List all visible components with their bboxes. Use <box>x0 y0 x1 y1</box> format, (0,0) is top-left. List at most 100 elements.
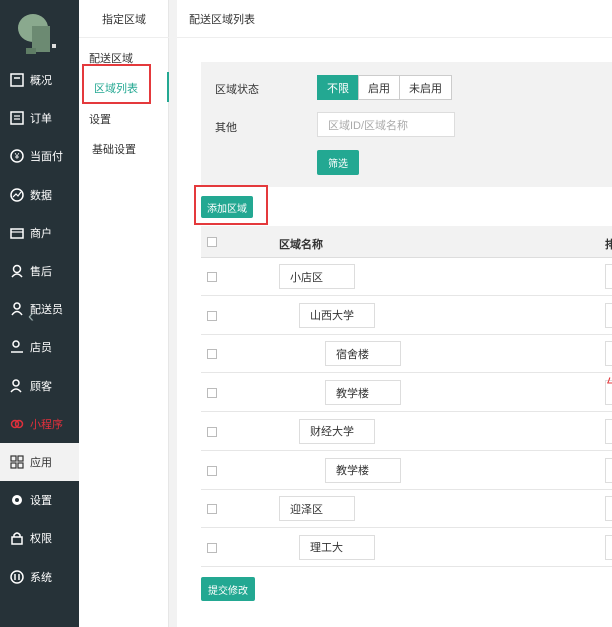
sub-nav-item-area-list[interactable]: 区域列表 <box>82 64 151 104</box>
sidebar-item-label: 商户 <box>30 227 52 240</box>
sub-nav-item-basic-settings[interactable]: 基础设置 <box>92 141 136 157</box>
row-checkbox[interactable] <box>207 349 217 360</box>
area-name-input[interactable]: 小店区 <box>279 264 355 289</box>
sidebar-item-label: 概况 <box>30 75 52 87</box>
sidebar-item-label: 配送员 <box>30 304 63 317</box>
table-row: 财经大学 <box>201 413 612 451</box>
row-checkbox[interactable] <box>207 272 217 282</box>
sidebar-item-label: 设置 <box>30 495 52 508</box>
sort-input[interactable] <box>605 457 612 483</box>
sidebar-item-label: 店员 <box>30 342 52 355</box>
sidebar-item-label: 订单 <box>30 113 52 126</box>
mini-program-icon <box>10 417 24 431</box>
submit-changes-button[interactable]: 提交修改 <box>201 577 255 601</box>
row-checkbox[interactable] <box>207 426 217 437</box>
area-name-input[interactable]: 财经大学 <box>299 418 375 444</box>
sidebar-item-label: 当面付 <box>30 151 63 164</box>
sidebar-item-9[interactable]: 小程序 <box>0 405 79 443</box>
table-row: 山西大学 <box>201 297 612 335</box>
sidebar-item-12[interactable]: 权限 <box>0 519 79 557</box>
sidebar-item-label: 应用 <box>30 457 52 469</box>
sidebar-item-label: 系统 <box>30 571 52 584</box>
filter-button[interactable]: 筛选 <box>317 150 359 175</box>
sidebar-item-4[interactable]: 商户 <box>0 214 79 252</box>
sort-input[interactable] <box>605 264 612 289</box>
status-filter-label: 区域状态 <box>215 84 259 96</box>
area-name-input[interactable]: 迎泽区 <box>279 496 355 522</box>
system-icon <box>10 569 24 584</box>
row-checkbox[interactable] <box>207 504 217 515</box>
main-content: 配送区域列表 区域状态 不限 启用 未启用 其他 区域ID/区域名称 筛选 添加… <box>177 0 612 627</box>
sidebar-item-label: 售后 <box>30 266 52 278</box>
sort-input[interactable] <box>605 496 612 522</box>
sidebar-item-8[interactable]: 顾客 <box>0 367 79 405</box>
table-row: 理工大 <box>201 529 612 567</box>
table-row: 教学楼 <box>201 374 612 413</box>
annotation-mark: ㄣ <box>605 374 612 394</box>
status-option-all[interactable]: 不限 <box>317 75 359 100</box>
sort-input[interactable] <box>605 341 612 367</box>
page-title: 配送区域列表 <box>177 0 612 38</box>
status-option-disabled[interactable]: 未启用 <box>399 75 452 100</box>
table-header: 区域名称 排 <box>201 226 612 258</box>
sub-nav-item-label: 区域列表 <box>94 83 138 95</box>
yuan-coin-icon: ¥ <box>10 149 24 164</box>
order-list-icon <box>10 111 24 125</box>
sub-nav-item-settings[interactable]: 设置 <box>89 111 111 127</box>
area-name-input[interactable]: 教学楼 <box>325 380 401 406</box>
sort-input[interactable] <box>605 534 612 560</box>
select-all-checkbox[interactable] <box>207 237 217 247</box>
row-checkbox[interactable] <box>207 310 217 321</box>
row-checkbox[interactable] <box>207 388 217 399</box>
area-name-input[interactable]: 宿舍楼 <box>325 341 401 367</box>
customer-icon <box>10 378 24 393</box>
divider <box>169 0 177 627</box>
table-row: 小店区 <box>201 258 612 296</box>
area-name-input[interactable]: 理工大 <box>299 534 375 560</box>
staff-icon <box>10 340 24 354</box>
sidebar-item-3[interactable]: 数据 <box>0 176 79 214</box>
area-name-input[interactable]: 教学楼 <box>325 457 401 483</box>
table-row: 宿舍楼 <box>201 335 612 374</box>
filter-panel: 区域状态 不限 启用 未启用 其他 区域ID/区域名称 筛选 <box>201 62 612 187</box>
table-row: 教学楼 <box>201 452 612 490</box>
sidebar-item-label: 数据 <box>30 189 52 202</box>
status-option-enabled[interactable]: 启用 <box>358 75 400 100</box>
apps-icon <box>10 455 24 469</box>
sidebar-item-10[interactable]: 应用 <box>0 443 79 481</box>
collapse-arrow-icon[interactable]: ‹ <box>28 306 34 327</box>
status-segmented-control: 不限 启用 未启用 <box>317 75 452 100</box>
store-icon <box>10 226 24 240</box>
search-input[interactable]: 区域ID/区域名称 <box>317 112 455 137</box>
column-header-name: 区域名称 <box>279 239 323 251</box>
sidebar-item-5[interactable]: 售后 <box>0 252 79 290</box>
svg-text:¥: ¥ <box>14 152 20 161</box>
sidebar-item-1[interactable]: 订单 <box>0 99 79 137</box>
other-filter-label: 其他 <box>215 122 237 134</box>
lock-icon <box>10 531 24 546</box>
sidebar-item-6[interactable]: 配送员 <box>0 290 79 328</box>
sidebar-item-7[interactable]: 店员 <box>0 328 79 366</box>
service-icon <box>10 264 24 278</box>
area-name-input[interactable]: 山西大学 <box>299 302 375 328</box>
table-row: 迎泽区 <box>201 490 612 529</box>
courier-icon <box>10 302 24 316</box>
column-header-sort: 排 <box>605 239 612 251</box>
sort-input[interactable] <box>605 418 612 444</box>
add-area-button[interactable]: 添加区域 <box>201 196 253 218</box>
avatar[interactable] <box>12 8 62 58</box>
sidebar-item-2[interactable]: ¥ 当面付 <box>0 137 79 175</box>
sidebar-item-label: 小程序 <box>30 418 63 431</box>
sidebar-item-label: 顾客 <box>30 380 52 393</box>
sidebar-item-13[interactable]: 系统 <box>0 558 79 596</box>
sub-sidebar-header: 指定区域 <box>79 0 169 38</box>
row-checkbox[interactable] <box>207 542 217 553</box>
sidebar-item-0[interactable]: 概况 <box>0 61 79 99</box>
row-checkbox[interactable] <box>207 465 217 476</box>
main-sidebar: 概况订单 ¥ 当面付数据商户售后配送员店员顾客小程序应用设置权限系统 ‹ <box>0 0 79 627</box>
sidebar-item-11[interactable]: 设置 <box>0 481 79 519</box>
chart-icon <box>10 187 24 202</box>
dashboard-icon <box>10 73 24 87</box>
gear-icon <box>10 493 24 507</box>
sort-input[interactable] <box>605 302 612 328</box>
